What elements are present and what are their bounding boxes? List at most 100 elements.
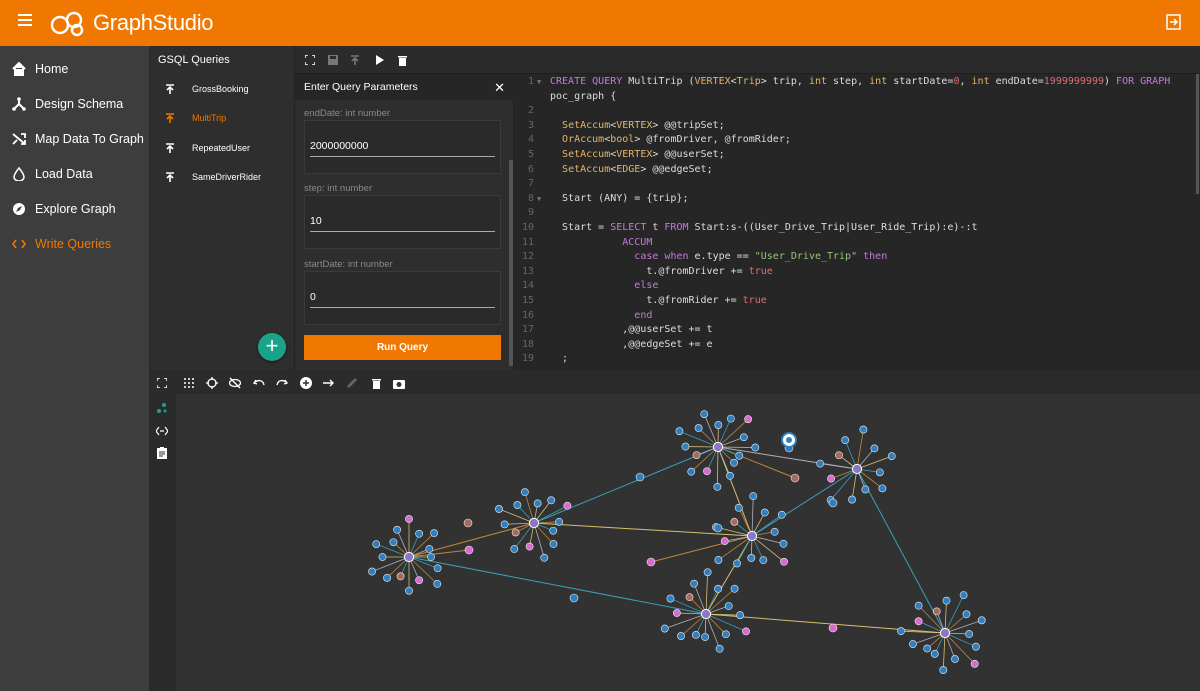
code-line[interactable]: 18 ,@@edgeSet += e <box>514 339 1200 354</box>
graph-edge[interactable] <box>856 468 946 634</box>
sidebar-item-home[interactable]: Home <box>0 54 149 84</box>
fullscreen-icon[interactable] <box>156 377 168 389</box>
startdate-input[interactable] <box>310 286 495 308</box>
graph-vertex[interactable] <box>751 443 760 452</box>
graph-vertex[interactable] <box>759 556 768 565</box>
graph-vertex[interactable] <box>389 538 398 547</box>
graph-vertex[interactable] <box>701 633 710 641</box>
grid-icon[interactable] <box>183 377 195 389</box>
menu-icon[interactable] <box>18 14 32 26</box>
graph-vertex[interactable] <box>828 623 838 633</box>
graph-vertex[interactable] <box>403 551 415 563</box>
graph-vertex[interactable] <box>841 436 850 445</box>
graph-vertex[interactable] <box>405 515 413 523</box>
graph-visualization[interactable] <box>149 372 1200 691</box>
run-icon[interactable] <box>372 53 386 67</box>
graph-canvas[interactable] <box>149 372 1200 691</box>
graph-vertex[interactable] <box>433 564 442 573</box>
graph-vertex[interactable] <box>939 627 951 639</box>
graph-vertex[interactable] <box>383 573 391 582</box>
code-line[interactable]: 15 t.@fromRider += true <box>514 295 1200 310</box>
graph-vertex[interactable] <box>736 611 744 620</box>
graph-vertex[interactable] <box>563 501 572 510</box>
graph-vertex[interactable] <box>430 529 439 538</box>
graph-vertex[interactable] <box>962 610 971 619</box>
graph-vertex[interactable] <box>972 642 980 651</box>
graph-vertex[interactable] <box>396 572 405 581</box>
query-item-grossbooking[interactable]: GrossBooking <box>149 78 295 100</box>
graph-vertex[interactable] <box>646 557 656 567</box>
graph-vertex[interactable] <box>932 607 941 616</box>
graph-vertex[interactable] <box>569 593 579 603</box>
graph-vertex[interactable] <box>859 425 868 434</box>
graph-vertex[interactable] <box>730 517 739 526</box>
graph-vertex[interactable] <box>930 649 939 658</box>
graph-vertex[interactable] <box>700 608 712 620</box>
code-line[interactable]: 1 ▼ CREATE QUERY MultiTrip (VERTEX<Trip> t… <box>514 76 1200 91</box>
graph-vertex[interactable] <box>851 463 863 475</box>
camera-icon[interactable] <box>393 377 405 389</box>
graph-edge[interactable] <box>716 446 719 487</box>
code-line[interactable]: 14 else <box>514 280 1200 295</box>
step-input[interactable] <box>310 210 495 232</box>
graph-vertex[interactable] <box>861 485 870 494</box>
editor-scrollbar[interactable] <box>1196 74 1199 194</box>
graph-vertex[interactable] <box>744 415 753 424</box>
graph-vertex[interactable] <box>730 584 739 593</box>
graph-vertex[interactable] <box>923 644 932 653</box>
graph-vertex[interactable] <box>887 452 896 461</box>
graph-vertex[interactable] <box>635 472 645 482</box>
graph-vertex[interactable] <box>415 529 424 538</box>
graph-vertex[interactable] <box>521 488 529 497</box>
graph-vertex[interactable] <box>555 517 564 526</box>
graph-vertex[interactable] <box>970 659 979 668</box>
graph-vertex[interactable] <box>687 467 696 476</box>
clipboard-icon[interactable] <box>156 447 168 459</box>
graph-vertex[interactable] <box>528 517 540 529</box>
graph-vertex[interactable] <box>513 501 522 509</box>
graph-vertex[interactable] <box>742 627 750 636</box>
graph-vertex[interactable] <box>730 458 738 467</box>
graph-vertex[interactable] <box>828 498 838 508</box>
code-line[interactable]: 8 ▼ Start (ANY) = {trip}; <box>514 193 1200 208</box>
graph-vertex[interactable] <box>549 540 558 548</box>
code-line[interactable]: 16 end <box>514 310 1200 325</box>
sidebar-item-load-data[interactable]: Load Data <box>0 159 149 189</box>
graph-vertex[interactable] <box>760 508 769 517</box>
params-scrollbar[interactable] <box>509 160 513 366</box>
graph-vertex[interactable] <box>746 530 758 542</box>
graph-edge[interactable] <box>650 535 753 563</box>
sidebar-item-map-data[interactable]: Map Data To Graph <box>0 124 149 154</box>
graph-vertex[interactable] <box>464 545 474 555</box>
graph-vertex[interactable] <box>721 630 730 639</box>
graph-edge[interactable] <box>717 418 749 448</box>
graph-vertex[interactable] <box>666 594 675 603</box>
graph-vertex[interactable] <box>672 609 681 617</box>
hide-icon[interactable] <box>229 377 241 389</box>
graph-vertex[interactable] <box>525 542 534 551</box>
undo-icon[interactable] <box>253 377 265 389</box>
graph-vertex[interactable] <box>939 666 948 674</box>
graph-vertex[interactable] <box>835 451 843 460</box>
graph-vertex[interactable] <box>878 484 887 493</box>
graph-vertex[interactable] <box>692 451 701 460</box>
delete-icon[interactable] <box>395 53 409 67</box>
query-item-samedriverrider[interactable]: SameDriverRider <box>149 166 295 188</box>
graph-vertex[interactable] <box>780 557 788 566</box>
graph-vertex[interactable] <box>690 579 699 588</box>
add-vertex-icon[interactable] <box>300 377 312 389</box>
code-line[interactable]: 10 Start = SELECT t FROM Start:s-((User_… <box>514 222 1200 237</box>
graph-vertex[interactable] <box>378 553 387 561</box>
graph-vertex[interactable] <box>681 442 690 451</box>
code-line[interactable]: 9 <box>514 207 1200 222</box>
graph-vertex[interactable] <box>511 528 520 537</box>
graph-vertex[interactable] <box>713 482 722 491</box>
graph-vertex[interactable] <box>914 601 923 610</box>
graph-vertex[interactable] <box>870 444 879 453</box>
graph-vertex[interactable] <box>433 579 442 588</box>
add-query-button[interactable]: + <box>258 333 286 361</box>
graph-vertex[interactable] <box>734 503 743 512</box>
enddate-input[interactable] <box>310 135 495 157</box>
graph-vertex[interactable] <box>425 545 434 553</box>
graph-vertex[interactable] <box>694 424 703 432</box>
